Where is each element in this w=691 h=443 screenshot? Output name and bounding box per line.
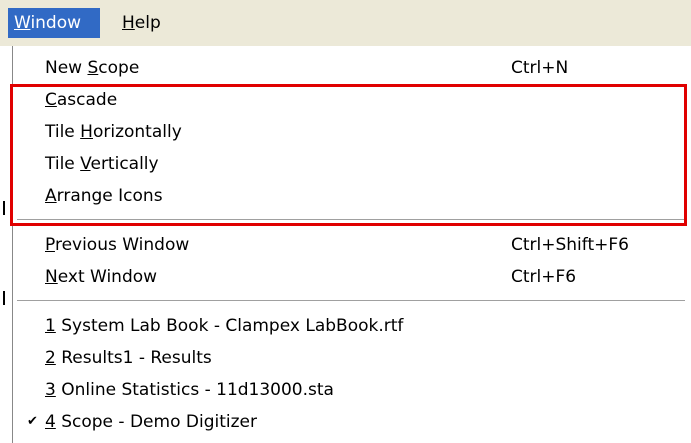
menu-item-label: 4 Scope - Demo Digitizer — [45, 406, 257, 438]
menu-item-window-1[interactable]: 1 System Lab Book - Clampex LabBook.rtf — [13, 310, 691, 342]
menu-item-previous-window[interactable]: Previous Window Ctrl+Shift+F6 — [13, 229, 691, 261]
menu-item-label: Tile Horizontally — [45, 116, 182, 148]
menu-help-label: elp — [134, 13, 161, 33]
menu-item-label: Previous Window — [45, 229, 189, 261]
background-tick — [3, 291, 5, 305]
menu-item-arrange-icons[interactable]: Arrange Icons — [13, 180, 691, 212]
window-number: 4 — [45, 412, 56, 432]
window-number: 2 — [45, 348, 56, 368]
menu-item-tile-horizontally[interactable]: Tile Horizontally — [13, 116, 691, 148]
arrange-rest: rrange Icons — [56, 186, 163, 206]
menu-item-shortcut: Ctrl+N — [511, 58, 569, 78]
cascade-rest: ascade — [56, 90, 118, 110]
menu-item-window-2[interactable]: 2 Results1 - Results — [13, 342, 691, 374]
menu-item-next-window[interactable]: Next Window Ctrl+F6 — [13, 261, 691, 293]
menu-separator — [17, 219, 685, 221]
menu-window-label: indow — [30, 13, 82, 33]
tile-v-part1: Tile — [45, 154, 81, 174]
next-rest: ext Window — [57, 267, 158, 287]
menu-item-shortcut: Ctrl+F6 — [511, 267, 577, 287]
menu-window-mnemonic: W — [14, 13, 31, 33]
cascade-mnemonic: C — [45, 90, 57, 110]
window-title: Scope - Demo Digitizer — [55, 412, 257, 432]
menu-item-label: 2 Results1 - Results — [45, 342, 212, 374]
menu-item-cascade[interactable]: Cascade — [13, 84, 691, 116]
window-number: 3 — [45, 380, 56, 400]
next-mnemonic: N — [45, 267, 58, 287]
window-number: 1 — [45, 316, 56, 336]
window-title: Online Statistics - 11d13000.sta — [55, 380, 334, 400]
new-scope-mnemonic: S — [87, 58, 99, 78]
tile-h-part2: orizontally — [92, 122, 182, 142]
background-tick — [3, 201, 5, 215]
menu-bar: Window Help — [0, 0, 691, 46]
menu-item-label: 1 System Lab Book - Clampex LabBook.rtf — [45, 310, 403, 342]
checkmark-icon: ✔ — [27, 414, 38, 429]
menu-item-label: 3 Online Statistics - 11d13000.sta — [45, 374, 334, 406]
menu-item-tile-vertically[interactable]: Tile Vertically — [13, 148, 691, 180]
arrange-mnemonic: A — [45, 186, 57, 206]
tile-h-part1: Tile — [45, 122, 81, 142]
window-title: System Lab Book - Clampex LabBook.rtf — [55, 316, 404, 336]
menu-item-window-3[interactable]: 3 Online Statistics - 11d13000.sta — [13, 374, 691, 406]
new-scope-part2: cope — [98, 58, 140, 78]
prev-rest: revious Window — [54, 235, 190, 255]
menu-item-window-4[interactable]: ✔ 4 Scope - Demo Digitizer — [13, 406, 691, 438]
menu-item-label: Cascade — [45, 84, 117, 116]
menu-separator — [17, 300, 685, 302]
tile-v-mnemonic: V — [80, 154, 91, 174]
menu-item-label: Tile Vertically — [45, 148, 159, 180]
menu-item-new-scope[interactable]: New Scope Ctrl+N — [13, 52, 691, 84]
prev-mnemonic: P — [45, 235, 55, 255]
menu-item-label: New Scope — [45, 52, 139, 84]
window-menu-dropdown: New Scope Ctrl+N Cascade Tile Horizontal… — [12, 46, 691, 443]
menu-item-shortcut: Ctrl+Shift+F6 — [511, 235, 629, 255]
menu-item-label: Next Window — [45, 261, 157, 293]
new-scope-part1: New — [45, 58, 88, 78]
tile-v-part2: ertically — [90, 154, 159, 174]
tile-h-mnemonic: H — [80, 122, 93, 142]
menu-help[interactable]: Help — [116, 8, 167, 38]
menu-item-label: Arrange Icons — [45, 180, 163, 212]
menu-window[interactable]: Window — [8, 8, 100, 38]
window-title: Results1 - Results — [55, 348, 212, 368]
menu-help-mnemonic: H — [122, 13, 135, 33]
